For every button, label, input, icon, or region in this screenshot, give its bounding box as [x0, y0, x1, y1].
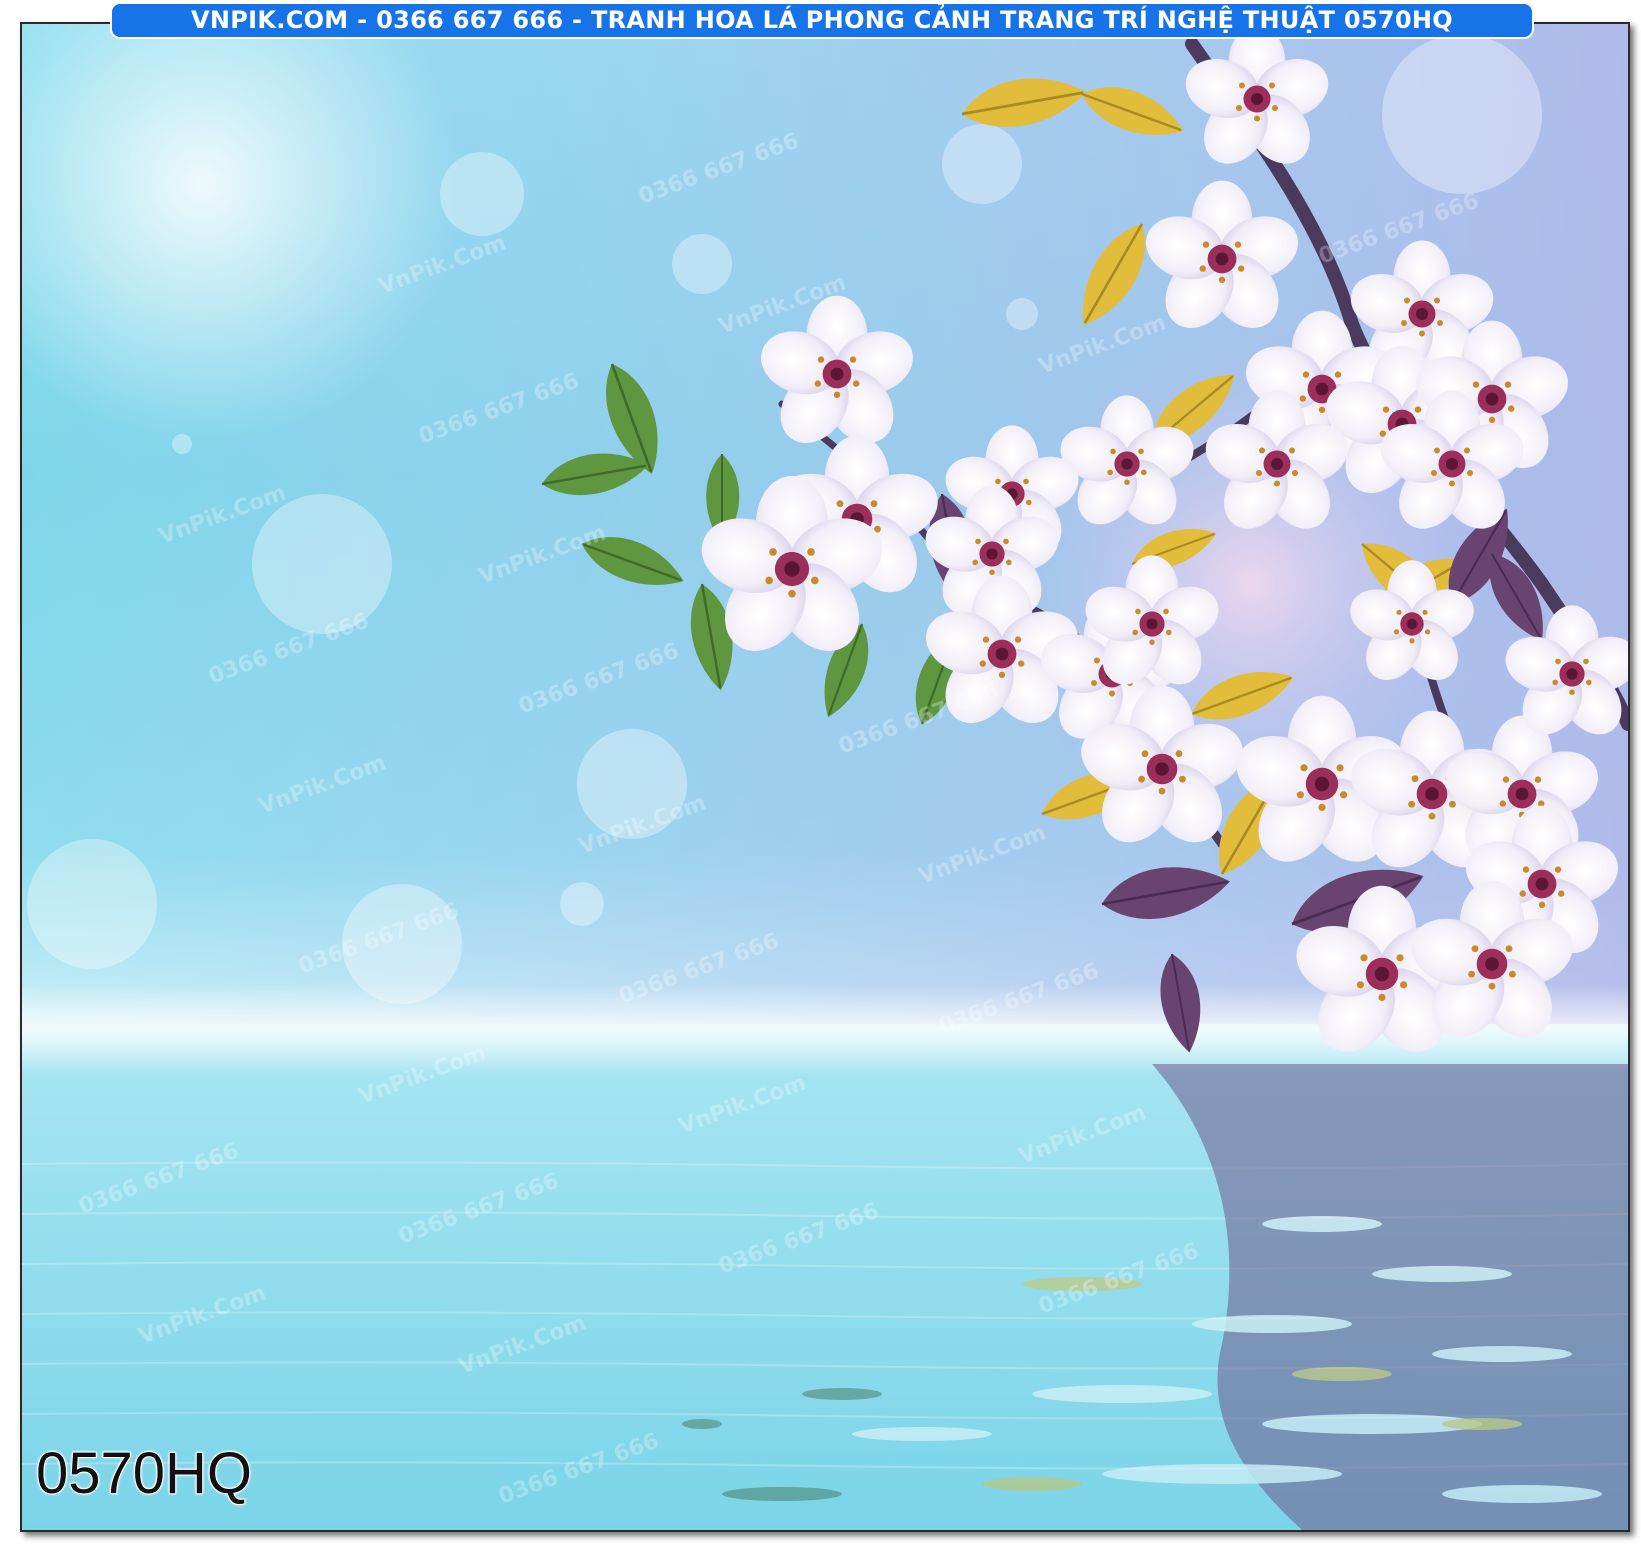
title-banner: VNPIK.COM - 0366 667 666 - TRANH HOA LÁ …	[110, 2, 1534, 39]
blossom-artwork: VnPik.Com VnPik.Com VnPik.Com VnPik.Com …	[22, 24, 1628, 1530]
product-code-label: 0570HQ	[35, 1440, 253, 1507]
artwork-frame: VnPik.Com VnPik.Com VnPik.Com VnPik.Com …	[20, 22, 1630, 1532]
watermark-phone: 0366 667 666	[496, 1429, 663, 1510]
watermark-phone: 0366 667 666	[76, 1139, 243, 1220]
watermark-brand: VnPik.Com	[136, 1280, 270, 1349]
watermark-brand: VnPik.Com	[676, 1070, 810, 1139]
watermark-brand: VnPik.Com	[1016, 1100, 1150, 1169]
water-reflection	[682, 1064, 1628, 1530]
watermark-phone: 0366 667 666	[396, 1169, 563, 1250]
watermark-brand: VnPik.Com	[456, 1310, 590, 1379]
artwork-page: VNPIK.COM - 0366 667 666 - TRANH HOA LÁ …	[0, 0, 1641, 1544]
